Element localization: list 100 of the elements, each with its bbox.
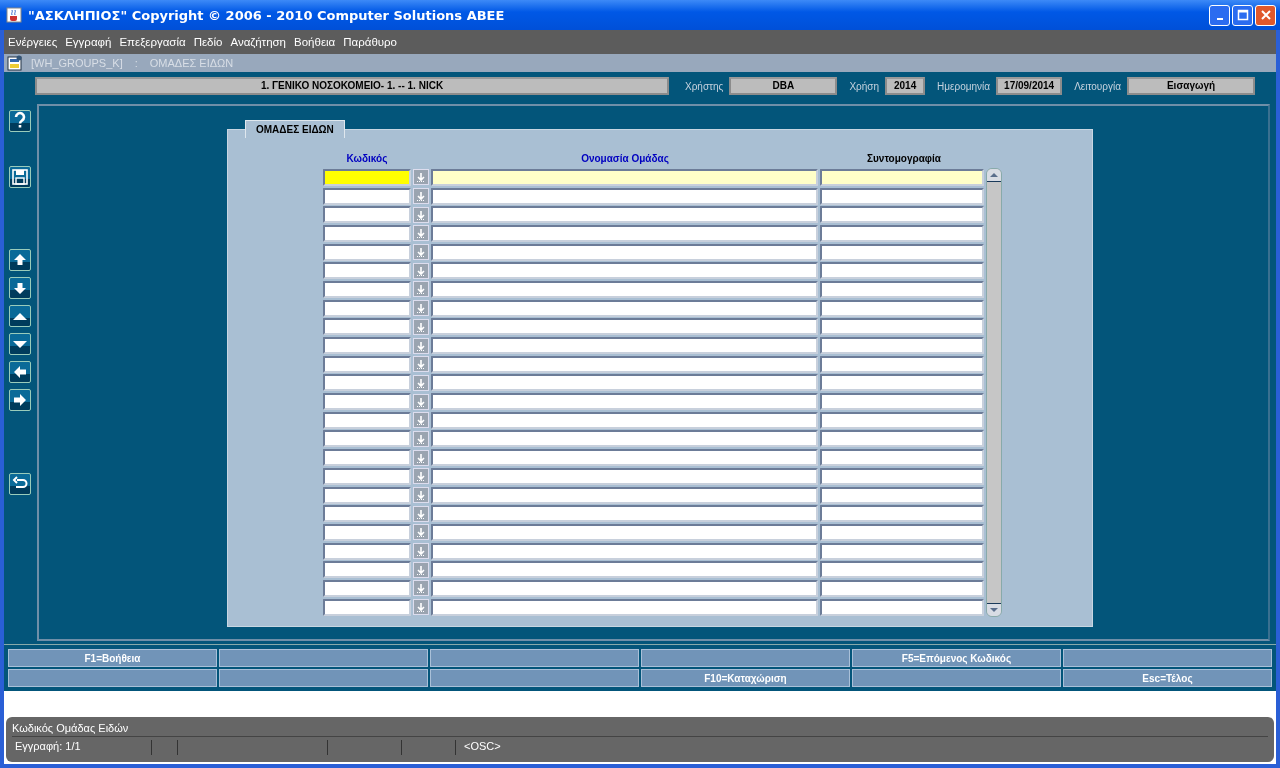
name-field[interactable]	[431, 187, 818, 205]
list-button[interactable]	[413, 188, 429, 205]
name-field[interactable]	[431, 561, 818, 579]
toolbar-button[interactable]	[9, 166, 31, 188]
list-button[interactable]	[413, 561, 429, 578]
name-field[interactable]	[431, 411, 818, 429]
list-button[interactable]	[413, 487, 429, 504]
code-field[interactable]	[323, 449, 411, 467]
name-field[interactable]	[431, 262, 818, 280]
code-field[interactable]	[323, 411, 411, 429]
list-button[interactable]	[413, 300, 429, 317]
name-field[interactable]	[431, 486, 818, 504]
code-field[interactable]	[323, 579, 411, 597]
code-field[interactable]	[323, 318, 411, 336]
code-field[interactable]	[323, 374, 411, 392]
name-field[interactable]	[431, 243, 818, 261]
abbreviation-field[interactable]	[820, 243, 984, 261]
name-field[interactable]	[431, 467, 818, 485]
menu-item[interactable]: Ενέργειες	[8, 36, 58, 48]
toolbar-button[interactable]	[9, 361, 31, 383]
menu-item[interactable]: Παράθυρο	[343, 36, 397, 48]
toolbar-button[interactable]	[9, 333, 31, 355]
abbreviation-field[interactable]	[820, 598, 984, 616]
abbreviation-field[interactable]	[820, 467, 984, 485]
code-field[interactable]	[323, 337, 411, 355]
name-field[interactable]	[431, 355, 818, 373]
maximize-button[interactable]	[1232, 4, 1253, 26]
code-field[interactable]	[323, 299, 411, 317]
code-field[interactable]	[323, 206, 411, 224]
code-field[interactable]	[323, 243, 411, 261]
menu-item[interactable]: Εγγραφή	[65, 36, 112, 48]
name-field[interactable]	[431, 224, 818, 242]
list-button[interactable]	[413, 393, 429, 410]
menu-item[interactable]: Πεδίο	[193, 36, 223, 48]
code-field[interactable]	[323, 355, 411, 373]
code-field[interactable]	[323, 467, 411, 485]
abbreviation-field[interactable]	[820, 561, 984, 579]
toolbar-button[interactable]	[9, 249, 31, 271]
code-field[interactable]	[323, 523, 411, 541]
list-button[interactable]	[413, 468, 429, 485]
name-field[interactable]	[431, 393, 818, 411]
code-field[interactable]	[323, 168, 411, 186]
code-field[interactable]	[323, 486, 411, 504]
list-button[interactable]	[413, 580, 429, 597]
name-field[interactable]	[431, 299, 818, 317]
name-field[interactable]	[431, 449, 818, 467]
list-button[interactable]	[413, 449, 429, 466]
abbreviation-field[interactable]	[820, 280, 984, 298]
toolbar-button[interactable]	[9, 305, 31, 327]
scrollbar[interactable]	[986, 168, 1002, 617]
toolbar-button[interactable]	[9, 277, 31, 299]
abbreviation-field[interactable]	[820, 262, 984, 280]
code-field[interactable]	[323, 542, 411, 560]
abbreviation-field[interactable]	[820, 505, 984, 523]
name-field[interactable]	[431, 598, 818, 616]
abbreviation-field[interactable]	[820, 411, 984, 429]
abbreviation-field[interactable]	[820, 318, 984, 336]
name-field[interactable]	[431, 280, 818, 298]
list-button[interactable]	[413, 225, 429, 242]
menu-item[interactable]: Επεξεργασία	[119, 36, 186, 48]
code-field[interactable]	[323, 262, 411, 280]
name-field[interactable]	[431, 542, 818, 560]
list-button[interactable]	[413, 337, 429, 354]
name-field[interactable]	[431, 318, 818, 336]
name-field[interactable]	[431, 168, 818, 186]
abbreviation-field[interactable]	[820, 224, 984, 242]
code-field[interactable]	[323, 224, 411, 242]
abbreviation-field[interactable]	[820, 449, 984, 467]
toolbar-button[interactable]	[9, 110, 31, 132]
list-button[interactable]	[413, 374, 429, 391]
list-button[interactable]	[413, 543, 429, 560]
abbreviation-field[interactable]	[820, 168, 984, 186]
name-field[interactable]	[431, 579, 818, 597]
code-field[interactable]	[323, 430, 411, 448]
code-field[interactable]	[323, 393, 411, 411]
code-field[interactable]	[323, 187, 411, 205]
abbreviation-field[interactable]	[820, 393, 984, 411]
abbreviation-field[interactable]	[820, 337, 984, 355]
list-button[interactable]	[413, 599, 429, 616]
list-button[interactable]	[413, 318, 429, 335]
list-button[interactable]	[413, 206, 429, 223]
abbreviation-field[interactable]	[820, 299, 984, 317]
close-button[interactable]	[1255, 4, 1276, 26]
list-button[interactable]	[413, 356, 429, 373]
list-button[interactable]	[413, 262, 429, 279]
minimize-button[interactable]	[1209, 4, 1230, 26]
menu-item[interactable]: Βοήθεια	[294, 36, 336, 48]
abbreviation-field[interactable]	[820, 430, 984, 448]
menu-item[interactable]: Αναζήτηση	[230, 36, 287, 48]
list-button[interactable]	[413, 524, 429, 541]
code-field[interactable]	[323, 561, 411, 579]
abbreviation-field[interactable]	[820, 523, 984, 541]
code-field[interactable]	[323, 598, 411, 616]
list-button[interactable]	[413, 244, 429, 261]
code-field[interactable]	[323, 505, 411, 523]
abbreviation-field[interactable]	[820, 206, 984, 224]
abbreviation-field[interactable]	[820, 542, 984, 560]
list-button[interactable]	[413, 505, 429, 522]
list-button[interactable]	[413, 169, 429, 186]
abbreviation-field[interactable]	[820, 579, 984, 597]
